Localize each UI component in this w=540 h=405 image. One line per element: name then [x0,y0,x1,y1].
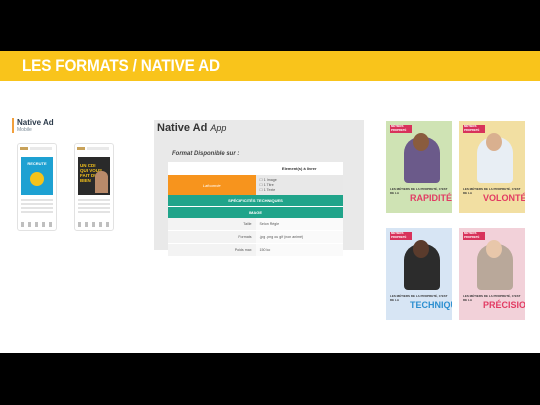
poster-person-head [413,133,429,151]
phone-logo [77,147,85,150]
specs-header: SPÉCIFICITÉS TECHNIQUES [168,195,343,207]
format-label-subtitle: Mobile [17,127,32,133]
phone-text-lines [21,199,53,213]
phone-mockup-1: RECRUTE [17,143,57,231]
poster-tag: MÉTIERS PROPRETÉ [463,124,485,133]
spec-table: Element(s) à livrer Lafourmie ☐ 1 Image … [168,162,343,257]
table-row: Taille Selon Règle [168,218,343,231]
empty-cell [168,162,256,175]
phone-header [30,147,52,150]
format-label: Native Ad Mobile [12,118,54,133]
poster-word: VOLONTÉ [483,193,525,203]
panel-title-main: Native Ad [157,122,208,134]
poster-word: RAPIDITÉ [410,193,452,203]
slide-title: LES FORMATS / NATIVE AD [22,56,220,75]
phone-text-lines [78,199,110,213]
title-banner: LES FORMATS / NATIVE AD [0,51,540,81]
panel-title: Native Ad App [157,122,226,134]
panel-title-suffix: App [210,123,227,133]
native-ad-1-text: RECRUTE [27,161,47,166]
poster-tag: MÉTIERS PROPRETÉ [390,124,412,133]
poster-tag: MÉTIERS PROPRETÉ [390,231,412,240]
native-ad-1-badge [30,172,44,186]
poster-word: TECHNIQUE [410,300,452,310]
poster-technique: MÉTIERS PROPRETÉ LES MÉTIERS DE LA PROPR… [386,228,452,320]
poster-person-head [413,240,429,258]
image-header: IMAGE [168,206,343,218]
spec-key: Taille [168,218,256,231]
poster-tag: MÉTIERS PROPRETÉ [463,231,485,240]
spec-value: 150 ko [255,243,343,257]
spec-value: Selon Règle [255,218,343,231]
poster-word: PRÉCISION [483,300,525,310]
app-label-cell: Lafourmie [168,175,256,195]
phone-nav-icons [78,222,110,227]
poster-person-head [486,240,502,258]
format-available-label: Format Disponible sur : [172,151,240,157]
table-row: Poids max 150 ko [168,243,343,257]
poster-volonte: MÉTIERS PROPRETÉ LES MÉTIERS DE LA PROPR… [459,121,525,213]
poster-rapidite: MÉTIERS PROPRETÉ LES MÉTIERS DE LA PROPR… [386,121,452,213]
spec-key: Formats [168,230,256,244]
phone-header [87,147,109,150]
phone-nav-icons [21,222,53,227]
elements-options: ☐ 1 Image ☐ 1 Titre ☐ 1 Texte [255,175,343,195]
elements-header: Element(s) à livrer [255,162,343,175]
native-ad-1: RECRUTE [21,157,53,195]
spec-value: .jpg .png ou gif (non animé) [255,230,343,244]
slide: LES FORMATS / NATIVE AD Native Ad Mobile… [0,51,540,353]
spec-key: Poids max [168,243,256,257]
option-text: ☐ 1 Texte [259,187,276,192]
poster-precision: MÉTIERS PROPRETÉ LES MÉTIERS DE LA PROPR… [459,228,525,320]
table-row: Formats .jpg .png ou gif (non animé) [168,230,343,244]
native-ad-2-person [95,171,108,193]
poster-person-head [486,133,502,151]
phone-mockup-2: UN CDI QUI VOUS FAIT DU BIEN [74,143,114,231]
format-label-title: Native Ad [17,118,54,127]
native-ad-2: UN CDI QUI VOUS FAIT DU BIEN [78,157,110,195]
phone-logo [20,147,28,150]
